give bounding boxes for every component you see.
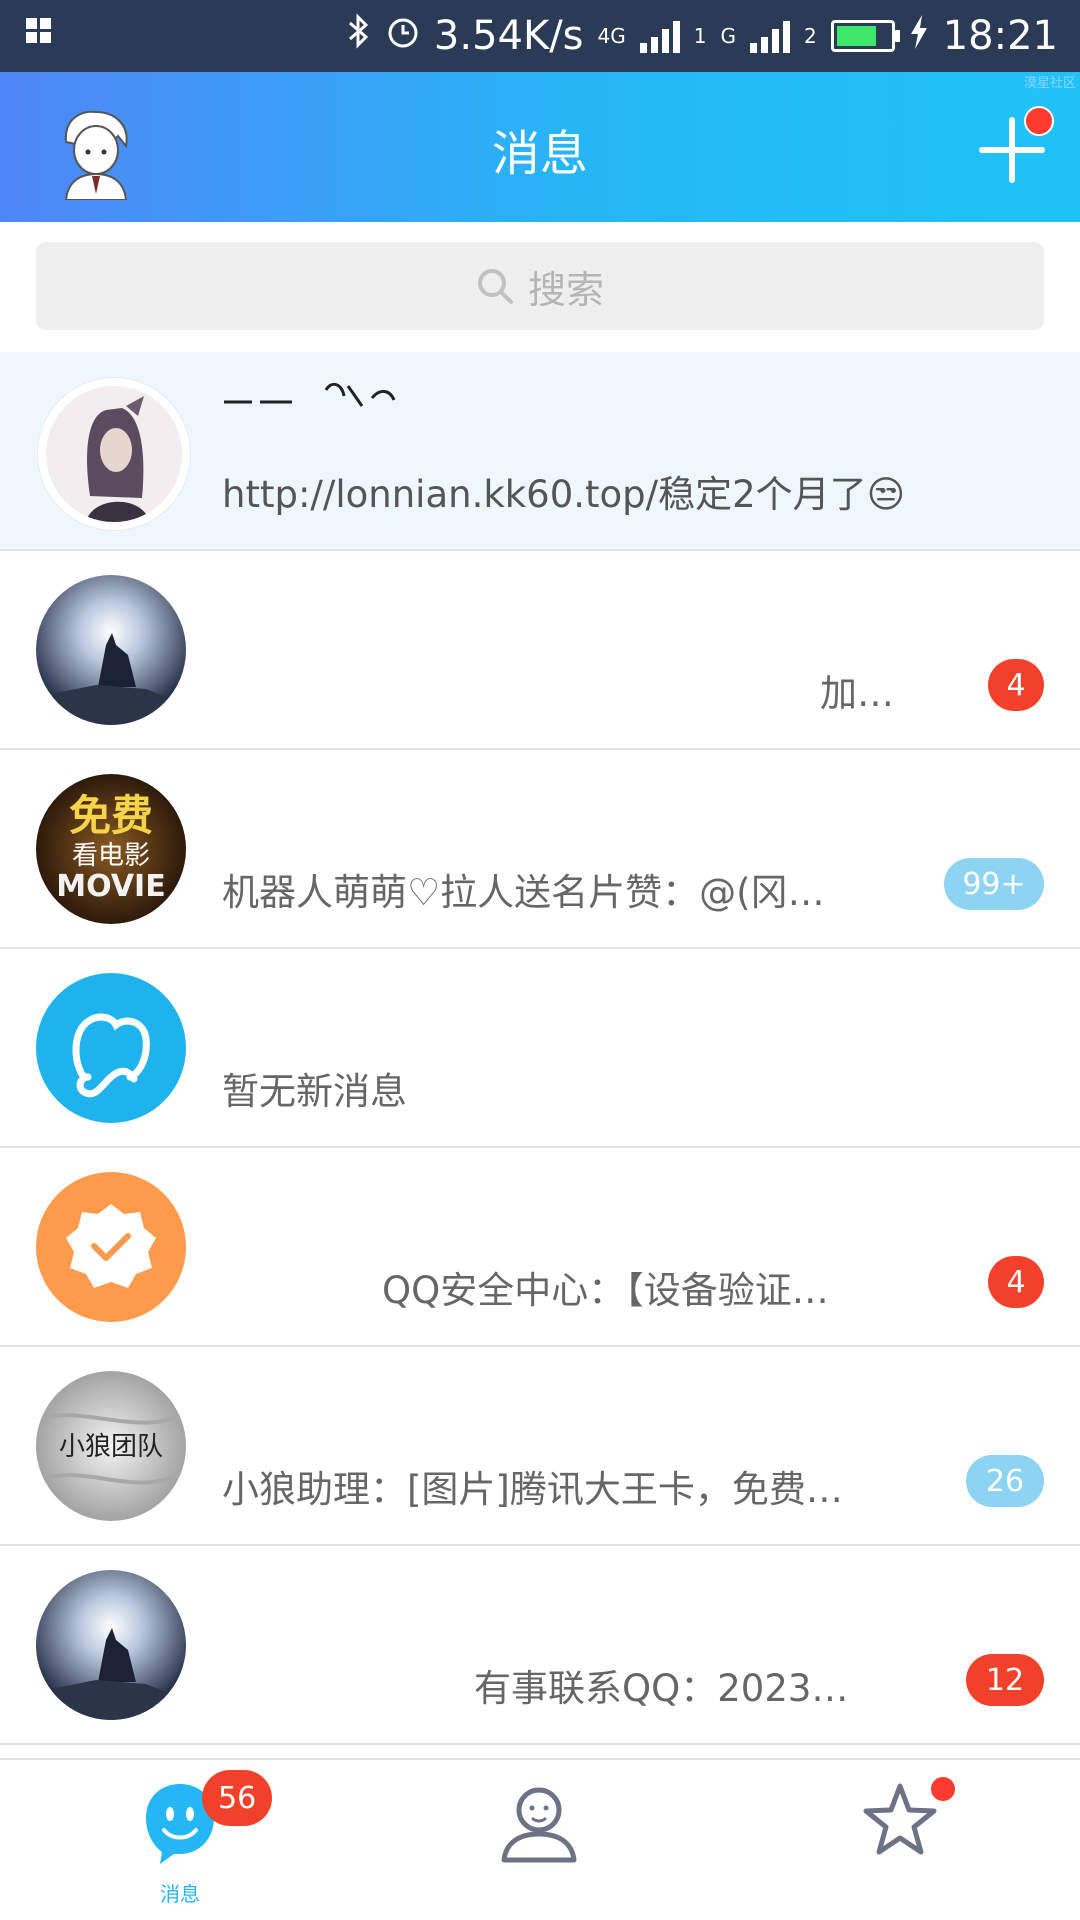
sim-2-label: 2: [803, 24, 817, 48]
avatar: [36, 1570, 186, 1720]
conversation-row-4[interactable]: 暂无新消息: [0, 949, 1080, 1148]
charging-icon: [909, 13, 929, 59]
unread-badge: 26: [966, 1455, 1044, 1507]
avatar: [36, 575, 186, 725]
message-preview: 小狼助理：[图片]腾讯大王卡，免费…: [222, 1468, 843, 1511]
conversation-row-2[interactable]: 加… 4: [0, 551, 1080, 750]
unread-badge: 99+: [944, 858, 1044, 910]
security-badge-icon: [66, 1204, 156, 1288]
network-speed: 3.54K/s: [433, 13, 584, 59]
bluetooth-icon: [346, 13, 372, 59]
bottom-tab-bar: 消息 56: [0, 1758, 1080, 1920]
avatar-text-top: 免费: [69, 791, 153, 840]
message-preview: 有事联系QQ：2023…: [474, 1667, 849, 1710]
signal-1-icon: [639, 19, 680, 53]
network-type: 4G: [597, 24, 626, 48]
tab-messages[interactable]: 消息 56: [0, 1760, 360, 1920]
battery-icon: [830, 20, 900, 52]
conversation-row-5[interactable]: QQ安全中心：【设备验证… 4: [0, 1148, 1080, 1347]
message-preview: 暂无新消息: [222, 1070, 407, 1113]
tab-contacts[interactable]: [360, 1760, 720, 1920]
conversation-row-1[interactable]: http://lonnian.kk60.top/稳定2个月了😒: [0, 352, 1080, 551]
avatar-text: 小狼团队: [59, 1432, 163, 1462]
contacts-service-icon: [72, 1013, 150, 1098]
conversation-list: http://lonnian.kk60.top/稳定2个月了😒 加… 4 免费 …: [0, 352, 1080, 1745]
title-fragment: [222, 376, 402, 419]
search-placeholder: 搜索: [527, 267, 604, 312]
tab-messages-badge: 56: [202, 1770, 273, 1826]
message-preview: 机器人萌萌♡拉人送名片赞：@(冈…: [222, 871, 825, 914]
add-notification-dot: [1024, 106, 1054, 136]
conversation-row-3[interactable]: 免费 看电影 MOVIE 机器人萌萌♡拉人送名片赞：@(冈… 99+: [0, 750, 1080, 949]
status-bar: 3.54K/s 4G 1 G 2 18:21: [0, 0, 1080, 72]
tab-dynamics[interactable]: [720, 1760, 1080, 1920]
avatar: [36, 973, 186, 1123]
sim-2-type: G: [720, 24, 736, 48]
search-bar[interactable]: 搜索: [36, 242, 1044, 330]
watermark: 漠星社区: [1023, 76, 1076, 91]
sim-1-label: 1: [693, 24, 707, 48]
avatar-text-mid: 看电影: [72, 841, 150, 871]
avatar: [36, 1172, 186, 1322]
contacts-icon: [501, 1787, 577, 1863]
unread-badge: 4: [988, 1256, 1044, 1308]
unread-badge: 4: [988, 659, 1044, 711]
alarm-icon: [386, 13, 420, 59]
avatar-text-bottom: MOVIE: [56, 869, 165, 904]
clock: 18:21: [942, 13, 1058, 59]
avatar: 免费 看电影 MOVIE: [36, 774, 186, 924]
message-preview: 加…: [820, 672, 894, 715]
signal-2-icon: [749, 19, 790, 53]
app-grid-icon: [26, 18, 52, 48]
page-title: 消息: [491, 126, 588, 182]
unread-badge: 12: [966, 1654, 1044, 1706]
message-preview: QQ安全中心：【设备验证…: [382, 1269, 829, 1312]
app-header: 漠星社区 消息: [0, 72, 1080, 222]
tab-messages-label: 消息: [160, 1882, 200, 1906]
add-button[interactable]: [974, 106, 1054, 188]
conversation-row-7[interactable]: 有事联系QQ：2023… 12: [0, 1546, 1080, 1745]
avatar: [38, 378, 190, 530]
avatar: 小狼团队: [36, 1371, 186, 1521]
conversation-row-6[interactable]: 小狼团队 小狼助理：[图片]腾讯大王卡，免费… 26: [0, 1347, 1080, 1546]
search-icon: [477, 269, 513, 304]
tab-dynamics-dot: [928, 1774, 958, 1804]
message-preview: http://lonnian.kk60.top/稳定2个月了😒: [222, 473, 906, 516]
